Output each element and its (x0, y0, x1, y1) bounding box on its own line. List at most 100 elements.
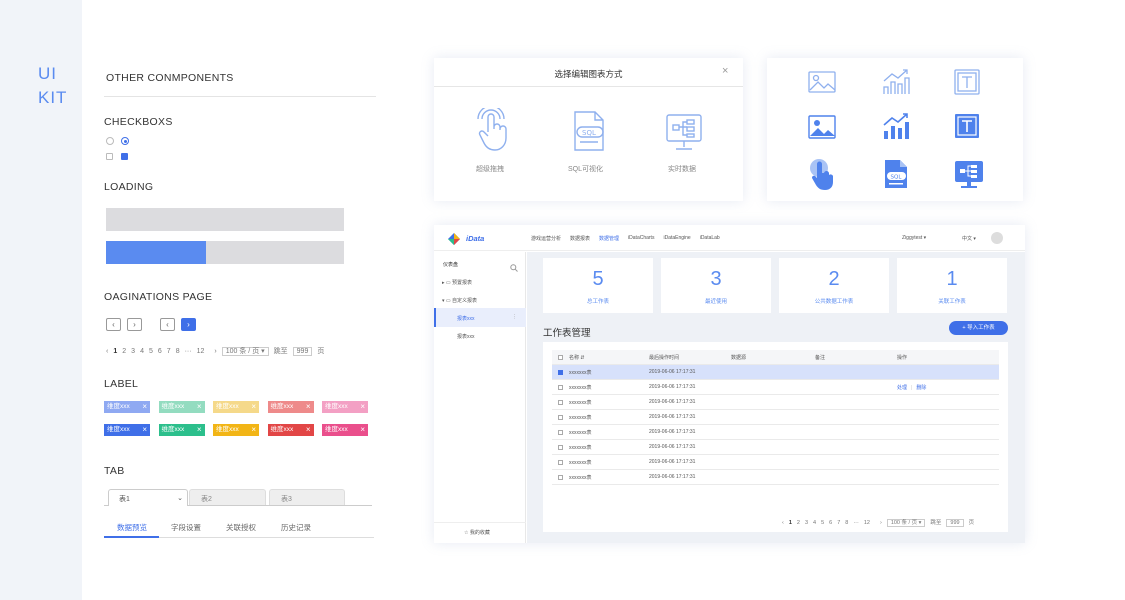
close-icon[interactable]: × (722, 65, 728, 77)
tag-label[interactable]: 维度xxx × (158, 401, 205, 413)
tree-item-report-2[interactable]: 报表xxx (457, 333, 475, 340)
tab-3[interactable]: 表3 (269, 489, 345, 505)
page-number[interactable]: 8 (176, 348, 180, 355)
table-row[interactable]: xxxxxxx表 2019-06-06 17:17:31 (552, 455, 999, 470)
table-row[interactable]: xxxxxxx表 2019-06-06 17:17:31 处理 | 删除 (552, 380, 999, 395)
page-number[interactable]: 5 (821, 520, 824, 526)
language-select[interactable]: 中文 ▾ (962, 235, 976, 242)
pagination-prev[interactable]: ‹ (106, 348, 108, 355)
stat-card[interactable]: 3 最近使用 (661, 258, 771, 313)
page-size-select[interactable]: 100 条 / 页 ▾ (221, 347, 269, 356)
nav-item[interactable]: iDataEngine (663, 235, 690, 242)
tag-label[interactable]: 维度xxx × (267, 401, 314, 413)
page-number[interactable]: ··· (853, 520, 859, 526)
nav-item[interactable]: iDataCharts (628, 235, 654, 242)
close-icon[interactable]: × (306, 401, 311, 413)
subtab-auth[interactable]: 关联授权 (226, 522, 256, 533)
table-row[interactable]: xxxxxxx表 2019-06-06 17:17:31 (552, 425, 999, 440)
page-number[interactable]: 1 (789, 520, 792, 526)
nav-item[interactable]: 游戏运营分析 (531, 235, 561, 242)
page-number[interactable]: 6 (158, 348, 162, 355)
next-page-button[interactable]: › (127, 318, 142, 331)
select-all-checkbox[interactable] (558, 354, 563, 360)
tab-2[interactable]: 表2 (189, 489, 266, 505)
row-checkbox[interactable] (558, 429, 563, 435)
prev-page-button-alt[interactable]: ‹ (160, 318, 175, 331)
row-checkbox[interactable] (558, 444, 563, 450)
page-size-select[interactable]: 100 条 / 页 ▾ (886, 519, 926, 527)
page-number[interactable]: 1 (113, 348, 117, 355)
close-icon[interactable]: × (360, 424, 365, 436)
row-checkbox[interactable] (558, 414, 563, 420)
tag-label[interactable]: 维度xxx × (213, 424, 259, 436)
page-number[interactable]: 6 (829, 520, 832, 526)
page-number[interactable]: 2 (122, 348, 126, 355)
subtab-preview[interactable]: 数据预览 (117, 522, 147, 533)
nav-item[interactable]: 数据管理 (599, 235, 619, 242)
page-number[interactable]: 5 (149, 348, 153, 355)
checkbox-unchecked[interactable] (106, 153, 113, 160)
pagination-next[interactable]: › (880, 520, 882, 526)
row-checkbox[interactable] (558, 459, 563, 465)
jump-input[interactable]: 999 (292, 347, 313, 356)
close-icon[interactable]: × (142, 424, 147, 436)
search-icon[interactable] (510, 259, 518, 277)
next-page-button-active[interactable]: › (181, 318, 196, 331)
row-checkbox[interactable] (558, 369, 563, 375)
delete-link[interactable]: 删除 (916, 385, 926, 391)
tree-item-report-1[interactable]: 报表xxx (457, 315, 475, 322)
close-icon[interactable]: × (251, 401, 256, 413)
import-sheet-button[interactable]: + 导入工作表 (949, 321, 1008, 335)
stat-card[interactable]: 1 关联工作表 (897, 258, 1007, 313)
prev-page-button[interactable]: ‹ (106, 318, 121, 331)
close-icon[interactable]: × (197, 401, 202, 413)
table-row[interactable]: xxxxxxx表 2019-06-06 17:17:31 (552, 365, 999, 380)
page-number[interactable]: 12 (864, 520, 870, 526)
tag-label[interactable]: 维度xxx × (322, 424, 368, 436)
tag-label[interactable]: 维度xxx × (104, 424, 150, 436)
page-number[interactable]: ··· (185, 348, 192, 355)
favorites-link[interactable]: ☆ 我的收藏 (464, 529, 490, 536)
tag-label[interactable]: 维度xxx × (267, 424, 314, 436)
checkbox-checked[interactable] (121, 153, 128, 160)
close-icon[interactable]: × (142, 401, 147, 413)
tab-1[interactable]: 表1 ⌄ (108, 489, 188, 506)
jump-input[interactable]: 999 (946, 519, 964, 527)
sql-file-icon[interactable]: SQL (571, 110, 607, 152)
page-number[interactable]: 12 (197, 348, 205, 355)
tag-label[interactable]: 维度xxx × (213, 401, 259, 413)
more-icon[interactable]: ⋮ (512, 314, 517, 320)
monitor-flow-icon[interactable] (665, 112, 703, 152)
nav-item[interactable]: iDataLab (700, 235, 720, 242)
pagination-prev[interactable]: ‹ (782, 520, 784, 526)
table-row[interactable]: xxxxxxx表 2019-06-06 17:17:31 (552, 395, 999, 410)
close-icon[interactable]: × (306, 424, 311, 436)
avatar[interactable] (991, 232, 1003, 244)
stat-card[interactable]: 2 公共数据工作表 (779, 258, 889, 313)
radio-unchecked[interactable] (106, 137, 114, 145)
tag-label[interactable]: 维度xxx × (104, 401, 150, 413)
tree-item-custom[interactable]: ▾ ▭ 自定义报表 (442, 297, 477, 304)
page-number[interactable]: 3 (131, 348, 135, 355)
tag-label[interactable]: 维度xxx × (322, 401, 368, 413)
app-logo[interactable]: iData (466, 234, 484, 243)
nav-item[interactable]: 数据报表 (570, 235, 590, 242)
page-number[interactable]: 3 (805, 520, 808, 526)
subtab-history[interactable]: 历史记录 (281, 522, 311, 533)
subtab-fields[interactable]: 字段设置 (171, 522, 201, 533)
tree-item-preset[interactable]: ▸ ▭ 预置报表 (442, 279, 472, 286)
stat-card[interactable]: 5 总工作表 (543, 258, 653, 313)
page-number[interactable]: 2 (797, 520, 800, 526)
page-number[interactable]: 7 (837, 520, 840, 526)
column-header[interactable]: 名称 ⇵ (569, 354, 649, 361)
row-checkbox[interactable] (558, 474, 563, 480)
close-icon[interactable]: × (251, 424, 256, 436)
page-number[interactable]: 4 (813, 520, 816, 526)
hand-pointer-icon[interactable] (472, 108, 514, 152)
row-checkbox[interactable] (558, 399, 563, 405)
page-number[interactable]: 4 (140, 348, 144, 355)
tag-label[interactable]: 维度xxx × (158, 424, 205, 436)
table-row[interactable]: xxxxxxx表 2019-06-06 17:17:31 (552, 470, 999, 485)
pagination-next[interactable]: › (214, 348, 216, 355)
page-number[interactable]: 7 (167, 348, 171, 355)
